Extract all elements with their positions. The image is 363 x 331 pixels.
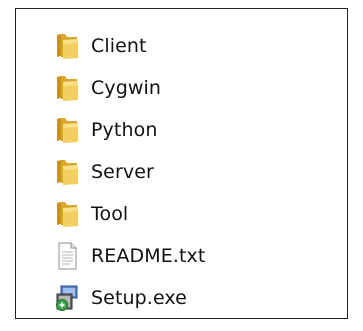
file-name: Server (91, 161, 154, 183)
file-name: README.txt (91, 245, 206, 267)
folder-icon (52, 157, 82, 187)
file-name: Client (91, 35, 147, 57)
list-item-python[interactable]: Python (52, 115, 302, 145)
folder-icon (52, 31, 82, 61)
folder-icon (52, 115, 82, 145)
file-name: Tool (91, 203, 129, 225)
folder-icon (52, 73, 82, 103)
file-list-panel: Client Cygwin Python Server Tool README.… (15, 8, 348, 319)
list-item-tool[interactable]: Tool (52, 199, 302, 229)
folder-icon (52, 199, 82, 229)
file-name: Setup.exe (91, 287, 187, 309)
text-file-icon (52, 241, 82, 271)
list-item-server[interactable]: Server (52, 157, 302, 187)
installer-icon (52, 283, 82, 313)
list-item-cygwin[interactable]: Cygwin (52, 73, 302, 103)
file-list: Client Cygwin Python Server Tool README.… (52, 31, 302, 313)
file-name: Cygwin (91, 77, 162, 99)
file-name: Python (91, 119, 158, 141)
list-item-readme[interactable]: README.txt (52, 241, 302, 271)
list-item-client[interactable]: Client (52, 31, 302, 61)
list-item-setup[interactable]: Setup.exe (52, 283, 302, 313)
